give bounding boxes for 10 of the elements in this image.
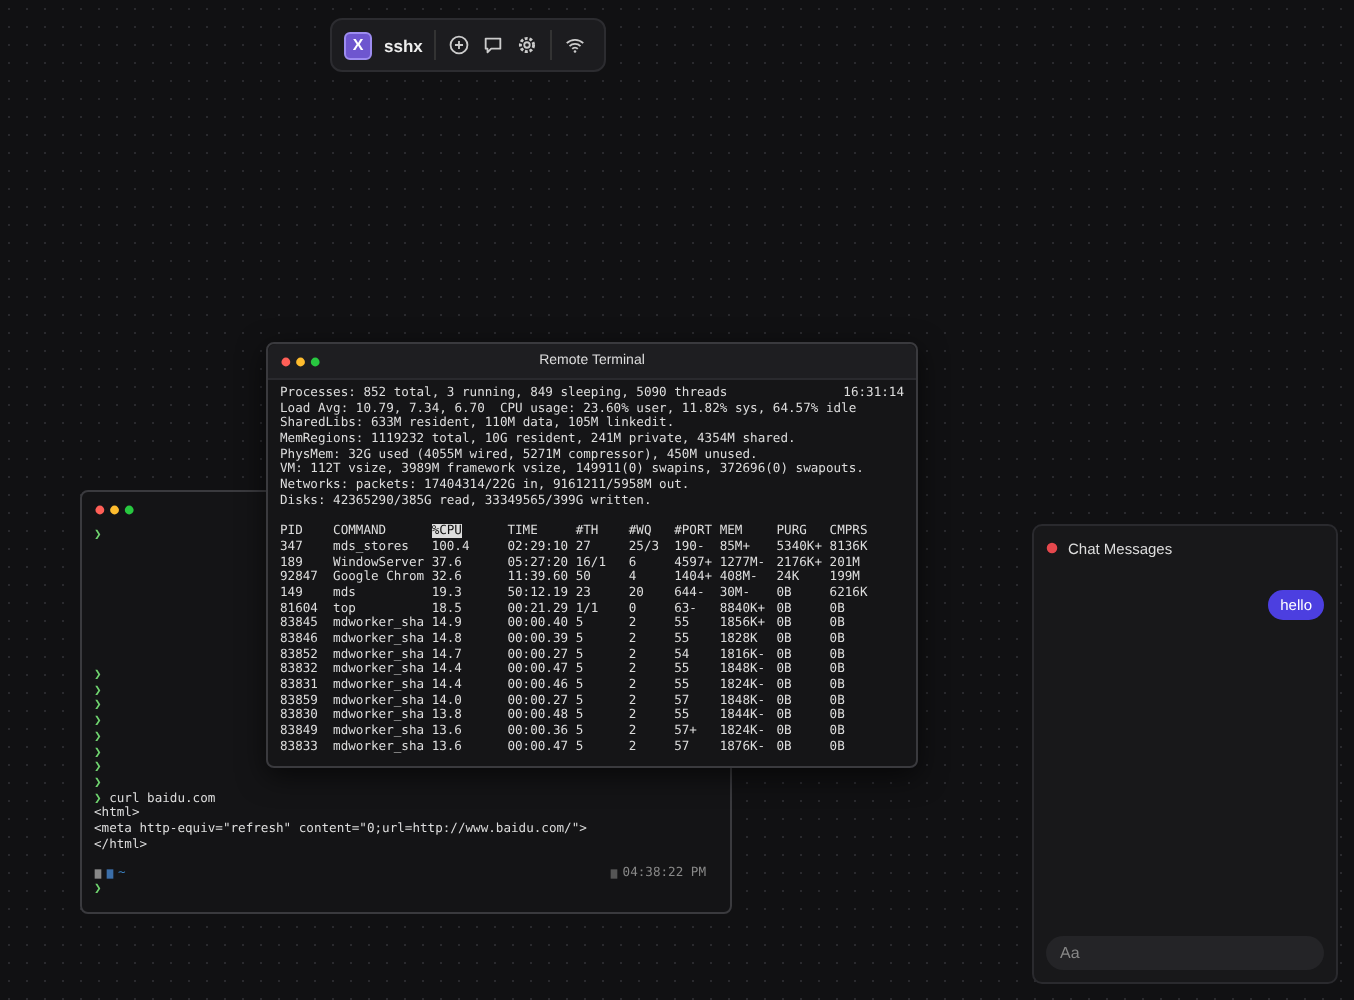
logo-icon[interactable]: X (344, 31, 372, 59)
add-icon[interactable] (448, 34, 471, 56)
app-name: sshx (384, 35, 423, 55)
message-input[interactable]: Aa (1046, 936, 1324, 970)
settings-icon[interactable] (516, 34, 539, 56)
wifi-icon[interactable] (564, 34, 587, 56)
status-dot-icon (1046, 542, 1058, 554)
window-controls-icon[interactable] (280, 355, 324, 367)
window-controls-icon[interactable] (94, 503, 138, 515)
chat-icon[interactable] (482, 34, 505, 56)
